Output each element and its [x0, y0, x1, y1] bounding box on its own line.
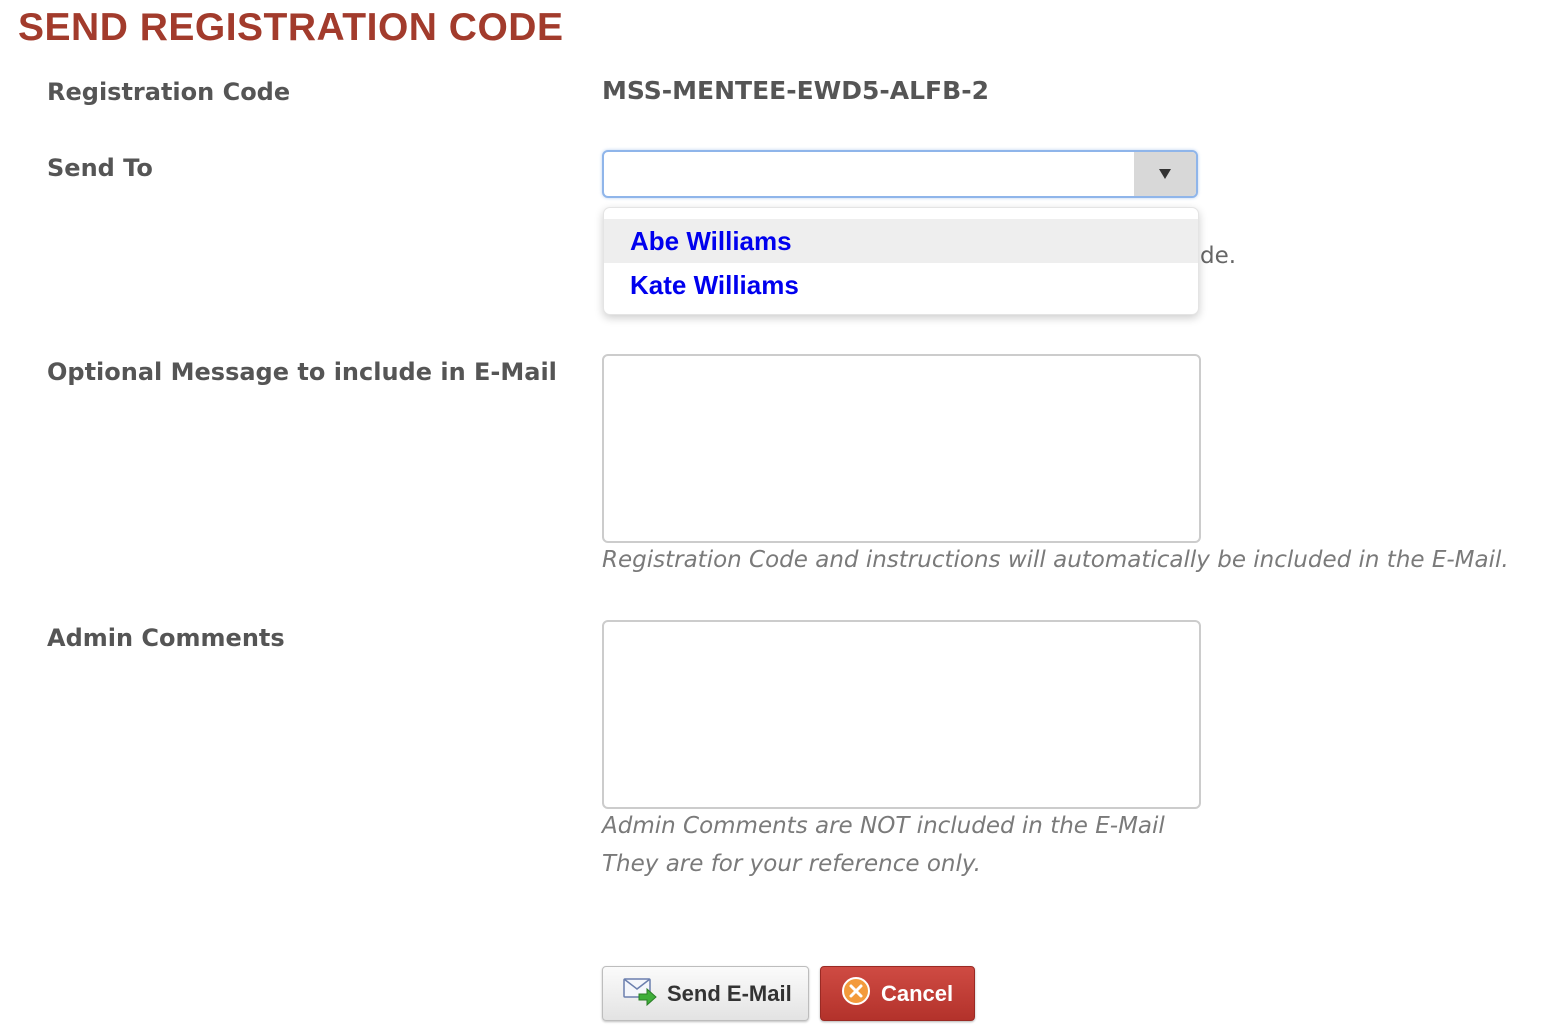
cancel-x-icon — [841, 976, 871, 1012]
admin-comments-textarea[interactable] — [602, 620, 1201, 809]
optional-message-label: Optional Message to include in E-Mail — [47, 358, 557, 386]
cancel-button[interactable]: Cancel — [820, 966, 975, 1021]
email-send-icon — [623, 976, 657, 1012]
send-to-select[interactable] — [602, 150, 1198, 198]
triangle-down-icon — [1159, 169, 1171, 179]
optional-message-textarea[interactable] — [602, 354, 1201, 543]
dropdown-option-kate-williams[interactable]: Kate Williams — [604, 263, 1198, 307]
dropdown-toggle-button[interactable] — [1134, 152, 1196, 196]
send-email-label: Send E-Mail — [667, 980, 792, 1006]
registration-code-value: MSS-MENTEE-EWD5-ALFB-2 — [602, 76, 989, 105]
send-to-hint-partial: de. — [1200, 243, 1237, 269]
page-title: SEND REGISTRATION CODE — [18, 6, 564, 49]
send-registration-code-page: SEND REGISTRATION CODE Registration Code… — [0, 0, 1562, 1030]
registration-code-label: Registration Code — [47, 78, 291, 106]
send-to-label: Send To — [47, 154, 153, 182]
send-email-button[interactable]: Send E-Mail — [602, 966, 809, 1021]
send-to-dropdown-list: Abe Williams Kate Williams — [603, 207, 1199, 315]
optional-message-help: Registration Code and instructions will … — [602, 547, 1509, 573]
dropdown-option-abe-williams[interactable]: Abe Williams — [604, 219, 1198, 263]
admin-comments-label: Admin Comments — [47, 624, 285, 652]
admin-comments-help-line2: They are for your reference only. — [602, 851, 981, 877]
admin-comments-help-line1: Admin Comments are NOT included in the E… — [602, 813, 1165, 839]
cancel-label: Cancel — [881, 980, 954, 1006]
